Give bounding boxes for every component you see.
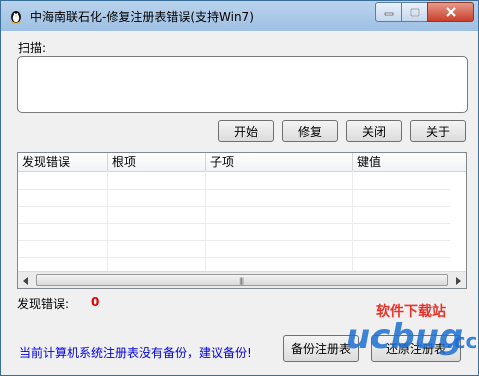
table-header: 发现错误 根项 子项 键值	[18, 153, 466, 172]
row-divider	[18, 206, 450, 207]
row-divider	[18, 240, 450, 241]
scrollbar-thumb[interactable]: |||	[36, 274, 448, 286]
column-header-value[interactable]: 键值	[353, 153, 466, 171]
triangle-right-icon	[456, 276, 461, 285]
row-divider	[18, 257, 450, 258]
row-divider	[18, 223, 450, 224]
column-header-subkey[interactable]: 子项	[206, 153, 353, 171]
column-divider	[107, 171, 108, 271]
window-title: 中海南联石化-修复注册表错误(支持Win7)	[30, 10, 254, 24]
watermark-cn-text: 软件下载站	[376, 303, 446, 320]
penguin-icon	[11, 11, 21, 24]
maximize-icon	[409, 7, 420, 17]
column-divider	[352, 171, 353, 271]
scan-output-box[interactable]	[17, 56, 468, 113]
maximize-button[interactable]	[401, 2, 428, 22]
scroll-right-arrow[interactable]	[450, 272, 466, 288]
column-header-root-key[interactable]: 根项	[108, 153, 206, 171]
triangle-left-icon	[23, 276, 28, 285]
restore-registry-button[interactable]: 还原注册表	[371, 335, 461, 362]
close-icon	[445, 7, 456, 17]
minimize-icon	[384, 12, 393, 16]
column-divider	[205, 171, 206, 271]
repair-button[interactable]: 修复	[282, 120, 338, 142]
about-button[interactable]: 关于	[410, 120, 466, 142]
row-divider	[18, 189, 450, 190]
main-window: 中海南联石化-修复注册表错误(支持Win7) 扫描: 开始 修复 关闭 关于 发…	[0, 0, 479, 376]
errors-found-count: 0	[91, 295, 100, 309]
errors-found-label: 发现错误:	[17, 297, 70, 311]
status-message: 当前计算机系统注册表没有备份，建议备份!	[19, 346, 252, 360]
grip-icon: |||	[239, 277, 244, 285]
scan-label: 扫描:	[18, 41, 47, 55]
registry-error-table[interactable]: 发现错误 根项 子项 键值 |||	[17, 152, 467, 289]
close-button[interactable]: 关闭	[346, 120, 402, 142]
column-header-found-error[interactable]: 发现错误	[18, 153, 108, 171]
start-button[interactable]: 开始	[218, 120, 274, 142]
close-window-button[interactable]	[427, 2, 474, 22]
backup-registry-button[interactable]: 备份注册表	[283, 335, 359, 362]
title-bar[interactable]: 中海南联石化-修复注册表错误(支持Win7)	[1, 1, 478, 31]
minimize-button[interactable]	[375, 2, 402, 22]
scroll-left-arrow[interactable]	[18, 272, 34, 288]
horizontal-scrollbar[interactable]: |||	[18, 271, 466, 288]
